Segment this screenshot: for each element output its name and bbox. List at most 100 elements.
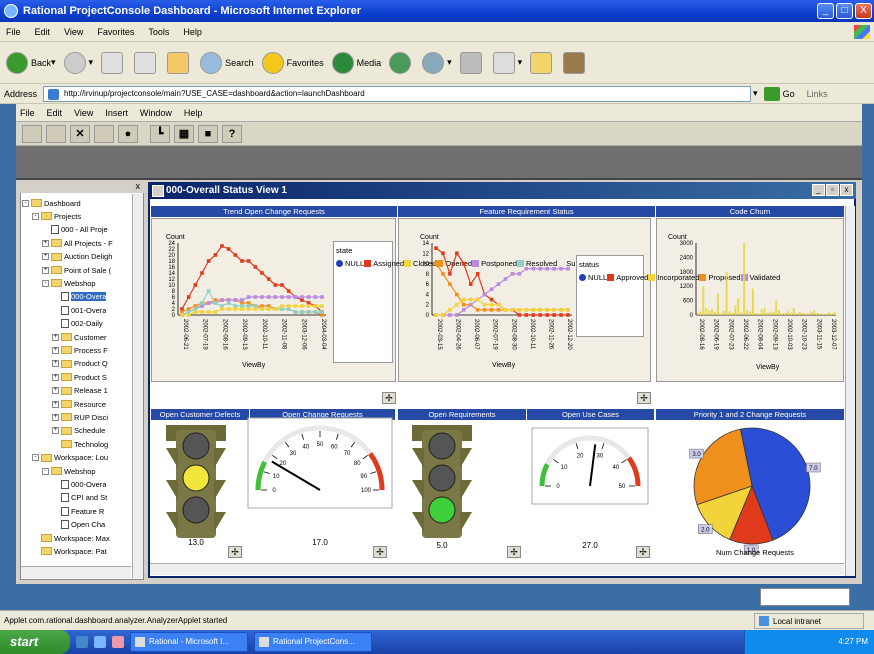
bar — [740, 312, 743, 315]
bar — [699, 311, 702, 315]
bar — [719, 313, 722, 315]
data-point — [280, 295, 284, 299]
gauge-tick-label: 10 — [561, 465, 568, 471]
data-point — [475, 297, 480, 302]
data-point — [482, 308, 487, 312]
customer-resize-handle[interactable]: ✢ — [228, 546, 242, 558]
x-tick-label: 2002-10-11 — [529, 319, 535, 350]
data-point — [496, 308, 501, 312]
y-tick-label: 1800 — [680, 270, 694, 276]
x-tick-label: 2002-06-22 — [742, 319, 748, 350]
data-point — [293, 304, 298, 308]
pie-label: 3.0 — [692, 452, 701, 458]
data-point — [200, 310, 204, 314]
data-point — [320, 304, 324, 308]
data-point — [461, 308, 466, 312]
bar — [751, 288, 754, 315]
x-tick-label: 2002-10-23 — [801, 319, 807, 350]
data-point — [461, 297, 466, 302]
clock: 4:27 PM — [838, 637, 868, 646]
windows-taskbar: start Rational - Microsoft I... Rational… — [0, 630, 874, 654]
media-quick-icon[interactable] — [112, 636, 124, 648]
data-point — [260, 307, 264, 311]
openuc-resize-handle[interactable]: ✢ — [636, 546, 650, 558]
data-point — [313, 295, 318, 299]
y-tick-label: 14 — [168, 271, 175, 277]
bar — [827, 312, 830, 315]
data-point — [441, 251, 445, 256]
data-point — [538, 313, 543, 317]
x-axis-title: ViewBy — [492, 362, 516, 369]
ie-quick-icon[interactable] — [94, 636, 106, 648]
x-tick-label: 2002-08-30 — [510, 319, 516, 350]
y-tick-label: 14 — [422, 241, 429, 247]
data-point — [200, 301, 204, 305]
gauge-tick-label: 20 — [577, 454, 584, 460]
data-point — [226, 247, 231, 251]
data-point — [186, 295, 191, 299]
openreq-resize-handle[interactable]: ✢ — [507, 546, 521, 558]
bar — [702, 286, 705, 315]
data-point — [246, 295, 251, 299]
series-line — [436, 298, 568, 316]
data-point — [306, 304, 311, 308]
bar — [737, 298, 740, 315]
data-point — [226, 301, 231, 305]
gauge-tick-label: 50 — [619, 484, 626, 490]
bar — [792, 307, 795, 315]
y-tick-label: 18 — [168, 259, 175, 265]
dashboard-horizontal-scrollbar[interactable] — [150, 563, 844, 575]
x-tick-label: 2002-11-08 — [281, 319, 287, 350]
data-point — [246, 259, 251, 263]
data-point — [226, 307, 231, 311]
data-point — [545, 266, 549, 271]
data-point — [193, 310, 198, 314]
x-tick-label: 2002-06-19 — [713, 319, 719, 350]
data-point — [306, 295, 311, 299]
gauge-tick-label: 90 — [360, 474, 367, 480]
x-tick-label: 2002-09-13 — [771, 319, 777, 350]
data-point — [273, 283, 278, 287]
data-point — [461, 261, 466, 266]
open-cr-value: 17.0 — [312, 538, 328, 547]
gauge-tick-label: 30 — [597, 454, 604, 460]
gauge-tick-label: 70 — [344, 451, 351, 457]
taskbar-item-projectconsole[interactable]: Rational ProjectCons... — [254, 632, 372, 652]
data-point — [455, 251, 459, 256]
data-point — [240, 259, 244, 263]
y-tick-label: 600 — [683, 299, 694, 305]
opencr-resize-handle[interactable]: ✢ — [373, 546, 387, 558]
open-uc-value: 27.0 — [582, 541, 598, 550]
data-point — [566, 308, 570, 312]
gauge-tick-label: 10 — [273, 474, 280, 480]
data-point — [552, 313, 556, 317]
data-point — [220, 244, 224, 248]
x-tick-label: 2002-09-13 — [241, 319, 247, 350]
bar — [813, 310, 816, 315]
x-tick-label: 2002-12-20 — [566, 319, 572, 350]
x-tick-label: 2004-03-04 — [320, 319, 326, 350]
x-tick-label: 2002-08-16 — [221, 319, 227, 350]
data-point — [280, 283, 284, 287]
x-tick-label: 2003-12-06 — [300, 319, 306, 350]
data-point — [441, 313, 445, 317]
data-point — [475, 272, 480, 276]
data-point — [566, 266, 570, 271]
x-tick-label: 2002-06-21 — [182, 319, 188, 350]
taskbar-item-rational-ie[interactable]: Rational - Microsoft I... — [130, 632, 248, 652]
open-req-value: 5.0 — [436, 541, 448, 550]
bar — [784, 313, 786, 315]
bar — [810, 311, 813, 315]
gauge-tick-label: 30 — [290, 451, 297, 457]
data-point — [538, 308, 543, 312]
data-point — [246, 307, 251, 311]
data-point — [206, 301, 211, 305]
y-tick-label: 3000 — [680, 241, 694, 247]
desktop-icon[interactable] — [76, 636, 88, 648]
data-point — [482, 302, 487, 307]
start-button[interactable]: start — [0, 630, 70, 654]
data-point — [253, 265, 258, 269]
customer-defects-value: 13.0 — [188, 538, 204, 547]
x-tick-label: 2002-10-03 — [786, 319, 792, 350]
data-point — [448, 272, 452, 276]
